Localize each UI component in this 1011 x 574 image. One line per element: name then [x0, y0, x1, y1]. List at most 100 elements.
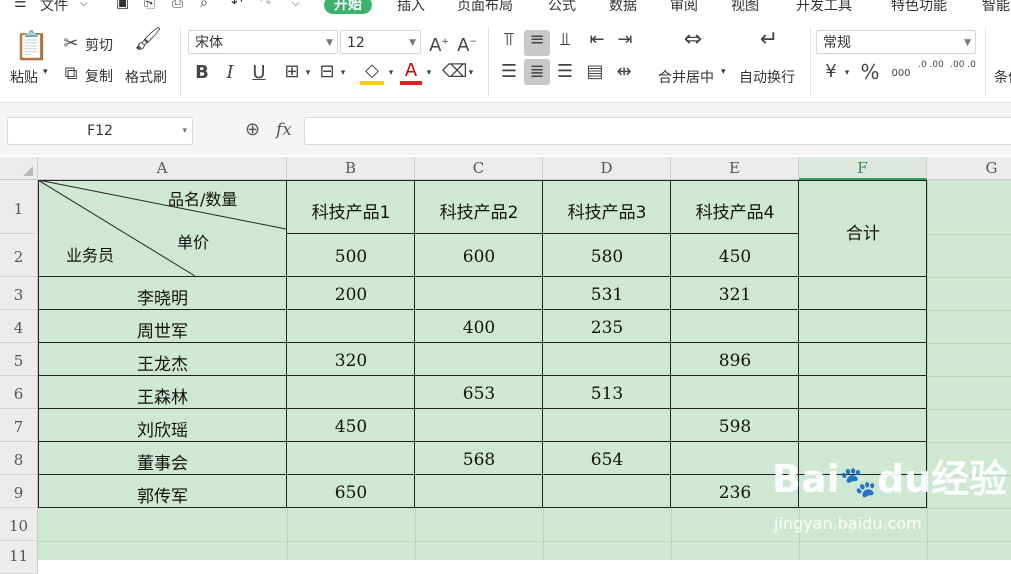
align-center-icon[interactable]: ≣ — [524, 59, 550, 85]
distribute-icon[interactable]: ⇹ — [613, 62, 635, 82]
salesperson-name[interactable]: 周世军 — [38, 317, 287, 342]
price-cell[interactable]: 450 — [671, 247, 799, 267]
decrease-decimal-button[interactable]: .00 .0 — [950, 60, 976, 71]
column-header-a[interactable]: A — [38, 157, 287, 180]
price-cell[interactable]: 500 — [287, 247, 415, 267]
quantity-cell[interactable]: 650 — [287, 483, 415, 503]
product-header-2[interactable]: 科技产品2 — [415, 198, 543, 223]
format-painter-button[interactable]: 格式刷 — [125, 67, 167, 87]
font-name-select[interactable]: 宋体 ▼ — [188, 30, 338, 54]
select-all-corner[interactable] — [0, 157, 38, 180]
export-icon[interactable]: ⎘ — [144, 0, 155, 11]
quantity-cell[interactable]: 450 — [287, 417, 415, 437]
quantity-cell[interactable]: 531 — [543, 285, 671, 305]
justify-icon[interactable]: ▤ — [584, 62, 606, 82]
copy-icon[interactable]: ⧉ — [62, 64, 80, 84]
chevron-down-icon[interactable]: ▾ — [842, 63, 852, 83]
product-header-1[interactable]: 科技产品1 — [287, 198, 415, 223]
thousands-button[interactable]: 000 — [888, 64, 914, 84]
quantity-cell[interactable]: 320 — [287, 351, 415, 371]
paste-button[interactable]: 粘贴 — [10, 67, 38, 87]
merge-center-icon[interactable]: ⇔ — [678, 29, 708, 51]
increase-font-icon[interactable]: A+ — [428, 32, 450, 56]
eraser-icon[interactable]: ⌫ — [442, 62, 467, 82]
bold-button[interactable]: B — [193, 63, 211, 83]
quantity-cell[interactable]: 598 — [671, 417, 799, 437]
row-header-7[interactable]: 7 — [0, 409, 38, 442]
font-color-icon[interactable]: A — [400, 61, 422, 85]
paste-icon[interactable]: 📋 — [14, 30, 49, 62]
product-header-4[interactable]: 科技产品4 — [671, 198, 799, 223]
chevron-down-icon[interactable]: ⌵ — [80, 0, 88, 9]
salesperson-name[interactable]: 董事会 — [38, 449, 287, 474]
tab-page-layout[interactable]: 页面布局 — [457, 0, 513, 15]
borders-icon[interactable]: ⊞ — [281, 62, 303, 82]
percent-button[interactable]: % — [858, 62, 882, 82]
row-header-10[interactable]: 10 — [0, 508, 38, 541]
salesperson-name[interactable]: 郭传军 — [38, 482, 287, 507]
row-header-2[interactable]: 2 — [0, 234, 38, 277]
quick-access-dropdown-icon[interactable]: ⌵ — [292, 0, 300, 9]
zoom-icon[interactable]: ⊕ — [245, 119, 260, 140]
column-header-c[interactable]: C — [415, 157, 543, 180]
fx-icon[interactable]: fx — [276, 120, 292, 140]
tab-view[interactable]: 视图 — [731, 0, 759, 15]
align-top-icon[interactable]: ⫪ — [498, 30, 520, 50]
chevron-down-icon[interactable]: ▾ — [43, 67, 48, 77]
row-header-8[interactable]: 8 — [0, 442, 38, 475]
save-icon[interactable]: ▣ — [116, 0, 129, 11]
wrap-text-icon[interactable]: ↵ — [754, 29, 784, 51]
row-header-5[interactable]: 5 — [0, 343, 38, 376]
salesperson-name[interactable]: 王龙杰 — [38, 350, 287, 375]
align-bottom-icon[interactable]: ⫫ — [554, 30, 576, 50]
fill-color-icon[interactable]: ◇ — [360, 61, 384, 85]
total-header[interactable]: 合计 — [799, 219, 927, 244]
align-middle-icon[interactable]: ≡ — [524, 30, 550, 56]
font-size-select[interactable]: 12 ▼ — [340, 30, 421, 54]
product-header-3[interactable]: 科技产品3 — [543, 198, 671, 223]
quantity-cell[interactable]: 200 — [287, 285, 415, 305]
quantity-cell[interactable]: 321 — [671, 285, 799, 305]
italic-button[interactable]: I — [221, 63, 239, 83]
tab-data[interactable]: 数据 — [609, 0, 637, 15]
currency-icon[interactable]: ¥ — [820, 62, 842, 82]
row-header-11[interactable]: 11 — [0, 541, 38, 574]
quantity-cell[interactable]: 235 — [543, 318, 671, 338]
copy-button[interactable]: 复制 — [85, 66, 113, 86]
cell-style-icon[interactable]: ⊟ — [316, 62, 338, 82]
cut-button[interactable]: 剪切 — [85, 35, 113, 55]
tab-smart[interactable]: 智能 — [982, 0, 1010, 15]
row-header-9[interactable]: 9 — [0, 475, 38, 508]
tab-formulas[interactable]: 公式 — [548, 0, 576, 15]
row-header-3[interactable]: 3 — [0, 277, 38, 310]
file-menu[interactable]: 文件 — [40, 0, 68, 15]
merge-center-button[interactable]: 合并居中 — [658, 67, 714, 87]
chevron-down-icon[interactable]: ▾ — [303, 63, 313, 83]
quantity-cell[interactable]: 513 — [543, 384, 671, 404]
column-header-d[interactable]: D — [543, 157, 671, 180]
price-cell[interactable]: 600 — [415, 247, 543, 267]
quantity-cell[interactable]: 896 — [671, 351, 799, 371]
wrap-text-button[interactable]: 自动换行 — [739, 67, 795, 87]
price-cell[interactable]: 580 — [543, 247, 671, 267]
conditional-format-button[interactable]: 条件 — [994, 67, 1011, 87]
tab-developer[interactable]: 开发工具 — [796, 0, 852, 15]
column-header-b[interactable]: B — [287, 157, 415, 180]
decrease-indent-icon[interactable]: ⇤ — [586, 30, 608, 50]
salesperson-name[interactable]: 刘欣瑶 — [38, 416, 287, 441]
tab-start[interactable]: 开始 — [324, 0, 372, 14]
print-icon[interactable]: ⎙ — [172, 0, 183, 11]
scissors-icon[interactable]: ✂ — [62, 34, 80, 54]
align-left-icon[interactable]: ☰ — [498, 62, 520, 82]
chevron-down-icon[interactable]: ▾ — [338, 63, 348, 83]
print-preview-icon[interactable]: ⌕ — [200, 0, 208, 11]
undo-icon[interactable]: ↶ — [231, 0, 243, 11]
align-right-icon[interactable]: ☰ — [554, 62, 576, 82]
quantity-cell[interactable]: 400 — [415, 318, 543, 338]
salesperson-name[interactable]: 李晓明 — [38, 284, 287, 309]
name-box[interactable]: F12 ▾ — [7, 117, 193, 145]
chevron-down-icon[interactable]: ▾ — [424, 63, 434, 83]
quantity-cell[interactable]: 653 — [415, 384, 543, 404]
column-header-e[interactable]: E — [671, 157, 799, 180]
chevron-down-icon[interactable]: ▾ — [386, 63, 396, 83]
